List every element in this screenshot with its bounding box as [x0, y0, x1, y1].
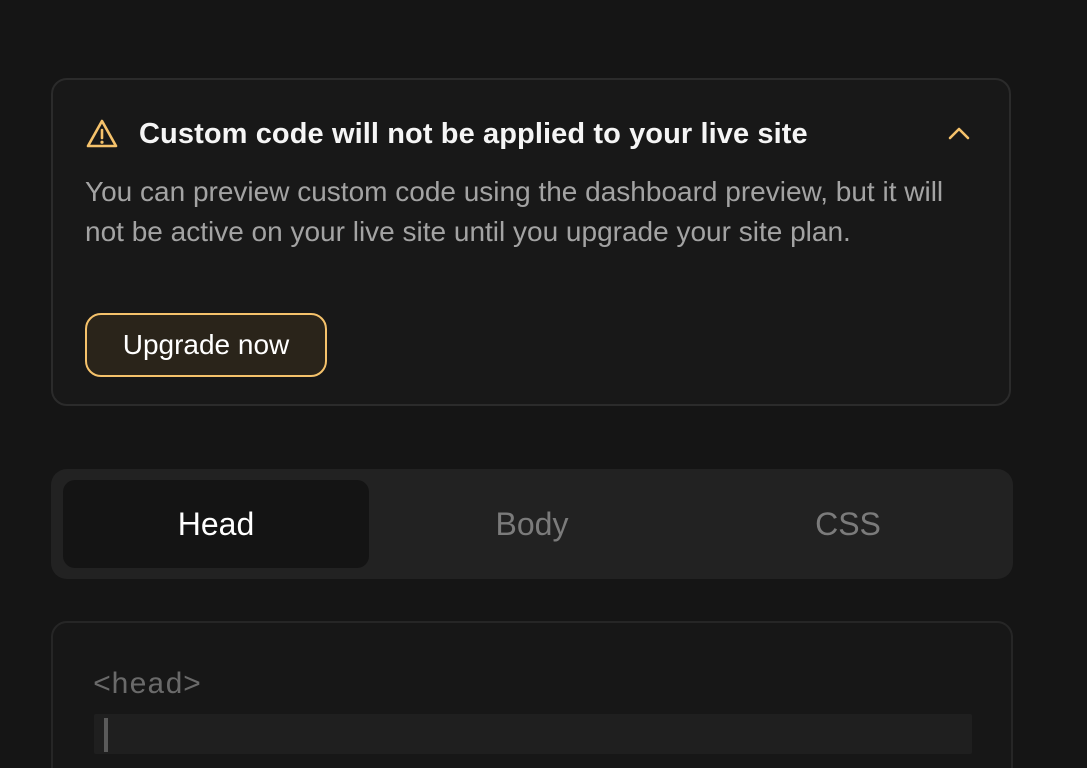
callout-title: Custom code will not be applied to your …	[139, 117, 808, 150]
tab-head[interactable]: Head	[63, 480, 369, 568]
tab-css[interactable]: CSS	[695, 480, 1001, 568]
callout-description: You can preview custom code using the da…	[85, 176, 944, 247]
head-opening-tag: <head>	[93, 669, 202, 703]
upgrade-now-button[interactable]: Upgrade now	[85, 313, 327, 377]
callout-header: Custom code will not be applied to your …	[85, 116, 977, 152]
code-input[interactable]	[94, 714, 972, 754]
chevron-up-icon[interactable]	[945, 120, 973, 148]
warning-triangle-icon	[85, 117, 119, 151]
code-editor: <head>	[51, 621, 1013, 768]
text-caret	[104, 718, 108, 752]
code-location-tabs: Head Body CSS	[51, 469, 1013, 579]
tab-body[interactable]: Body	[379, 480, 685, 568]
custom-code-page: Custom code will not be applied to your …	[0, 0, 1087, 768]
custom-code-warning-callout: Custom code will not be applied to your …	[51, 78, 1011, 406]
